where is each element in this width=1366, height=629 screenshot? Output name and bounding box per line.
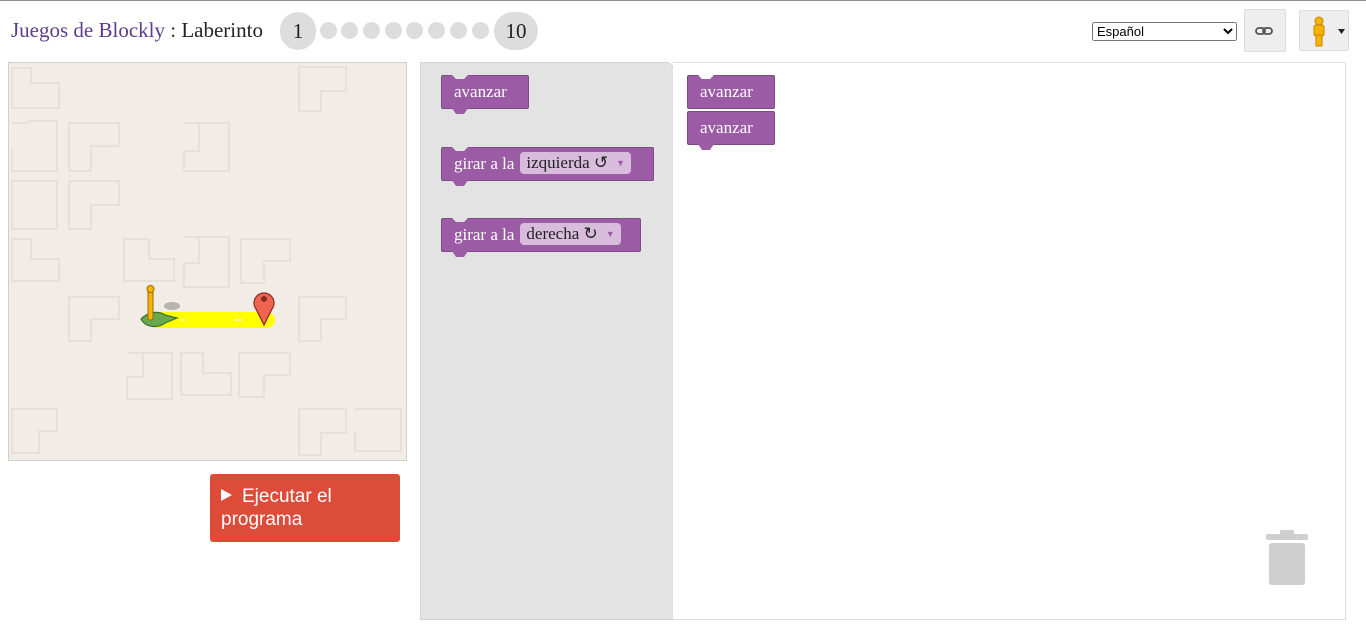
block-label: avanzar (700, 82, 753, 101)
pegman-button[interactable] (1299, 10, 1349, 51)
level-5-dot[interactable] (385, 22, 402, 39)
top-border (0, 0, 1366, 1)
workspace-block-move-forward-2[interactable]: avanzar (687, 111, 775, 150)
link-icon (1255, 27, 1273, 35)
run-program-button[interactable]: Ejecutar el programa (210, 474, 400, 542)
level-7-dot[interactable] (428, 22, 445, 39)
block-label: avanzar (700, 118, 753, 137)
direction-dropdown-right[interactable]: derecha ↻ ▼ (520, 223, 621, 245)
level-1-button[interactable]: 1 (280, 12, 316, 50)
maze-svg (11, 66, 402, 456)
trash-icon (1266, 530, 1308, 585)
level-8-dot[interactable] (450, 22, 467, 39)
games-link[interactable]: Juegos de Blockly (11, 18, 165, 42)
level-3-dot[interactable] (341, 22, 358, 39)
direction-dropdown-left[interactable]: izquierda ↺ ▼ (520, 152, 632, 174)
play-icon (221, 489, 232, 501)
level-2-dot[interactable] (320, 22, 337, 39)
toolbox-block-turn-right[interactable]: girar a la derecha ↻ ▼ (441, 218, 641, 257)
trash-can[interactable] (1266, 530, 1308, 586)
block-label: girar a la (454, 154, 515, 173)
language-select[interactable]: Español (1092, 22, 1237, 41)
level-10-button[interactable]: 10 (494, 12, 538, 50)
level-4-dot[interactable] (363, 22, 380, 39)
block-label: girar a la (454, 225, 515, 244)
workspace-block-move-forward-1[interactable]: avanzar (687, 75, 775, 109)
pegman-icon (1313, 16, 1345, 47)
page-title: Juegos de Blockly : Laberinto (11, 18, 263, 43)
run-program-label: Ejecutar el programa (221, 486, 332, 530)
title-separator: : (170, 18, 177, 42)
link-button[interactable] (1244, 9, 1286, 52)
level-6-dot[interactable] (406, 22, 423, 39)
level-9-dot[interactable] (472, 22, 489, 39)
toolbox-flyout: avanzar girar a la izquierda ↺ ▼ girar a l… (420, 62, 674, 620)
block-label: avanzar (454, 82, 507, 101)
game-name: Laberinto (181, 18, 263, 42)
toolbox-block-move-forward[interactable]: avanzar (441, 75, 529, 114)
blocks-workspace[interactable]: avanzar avanzar (673, 62, 1346, 620)
maze-display (8, 62, 407, 461)
toolbox-block-turn-left[interactable]: girar a la izquierda ↺ ▼ (441, 147, 654, 186)
